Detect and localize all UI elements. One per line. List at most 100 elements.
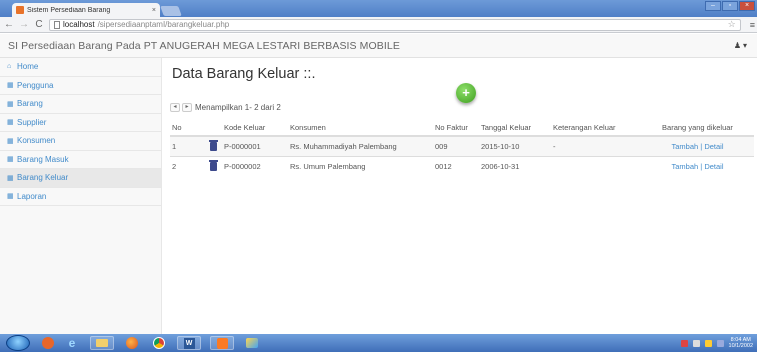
firefox-icon[interactable] bbox=[123, 336, 141, 350]
maximize-button[interactable]: ▫ bbox=[722, 1, 738, 11]
sidebar-item-label: Pengguna bbox=[17, 80, 54, 90]
link-separator: | bbox=[700, 161, 703, 171]
cell-konsumen: Rs. Umum Palembang bbox=[288, 155, 433, 176]
sidebar-item-laporan[interactable]: ▦ Laporan bbox=[0, 188, 161, 206]
back-icon[interactable]: ← bbox=[4, 19, 14, 30]
cell-faktur: 0012 bbox=[433, 155, 479, 176]
grid-icon: ▦ bbox=[7, 137, 14, 145]
column-header-barang: Barang yang dikeluar bbox=[641, 120, 754, 137]
pagination: ◂ ▸ Menampilkan 1- 2 dari 2 bbox=[170, 103, 281, 112]
browser-menu-icon[interactable]: ≡ bbox=[750, 20, 755, 30]
media-player-icon[interactable] bbox=[42, 337, 54, 349]
url-path: /sipersediaanptamI/barangkeluar.php bbox=[97, 20, 230, 29]
file-explorer-icon[interactable] bbox=[90, 336, 114, 350]
sidebar-item-label: Home bbox=[17, 62, 39, 72]
browser-tab[interactable]: Sistem Persediaan Barang × bbox=[12, 3, 160, 17]
bookmark-star-icon[interactable]: ☆ bbox=[728, 19, 736, 30]
link-separator: | bbox=[700, 141, 703, 151]
sidebar-item-supplier[interactable]: ▦ Supplier bbox=[0, 114, 161, 132]
url-host: localhost bbox=[63, 20, 95, 29]
volume-icon[interactable] bbox=[692, 339, 700, 347]
sidebar-item-label: Barang bbox=[17, 99, 43, 109]
home-icon: ⌂ bbox=[7, 63, 12, 71]
sidebar-item-label: Supplier bbox=[17, 117, 47, 127]
browser-toolbar: ← → C localhost/sipersediaanptamI/barang… bbox=[0, 17, 757, 33]
flag-icon[interactable] bbox=[704, 339, 712, 347]
user-icon: ♟ bbox=[733, 41, 741, 50]
forward-icon[interactable]: → bbox=[19, 19, 29, 30]
page-icon bbox=[54, 20, 60, 29]
grid-icon: ▦ bbox=[7, 156, 14, 164]
browser-titlebar: Sistem Persediaan Barang × – ▫ × bbox=[0, 0, 757, 17]
minimize-button[interactable]: – bbox=[705, 1, 721, 11]
paint-icon[interactable] bbox=[243, 336, 261, 350]
column-header-no: No bbox=[170, 120, 204, 137]
battery-icon[interactable] bbox=[716, 339, 724, 347]
sidebar-item-barang-masuk[interactable]: ▦ Barang Masuk bbox=[0, 151, 161, 169]
app-brand[interactable]: SI Persediaan Barang Pada PT ANUGERAH ME… bbox=[8, 40, 400, 52]
sidebar-item-pengguna[interactable]: ▦ Pengguna bbox=[0, 77, 161, 95]
detail-link[interactable]: Detail bbox=[704, 162, 723, 171]
system-tray: 8:04 AM 10/1/2002 bbox=[680, 337, 753, 349]
start-button[interactable] bbox=[6, 335, 30, 351]
tab-title: Sistem Persediaan Barang bbox=[27, 6, 111, 14]
xampp-icon[interactable] bbox=[210, 336, 234, 350]
prev-page-button[interactable]: ◂ bbox=[170, 103, 180, 112]
clock[interactable]: 8:04 AM 10/1/2002 bbox=[729, 337, 753, 349]
grid-icon: ▦ bbox=[7, 193, 14, 201]
app-navbar: SI Persediaan Barang Pada PT ANUGERAH ME… bbox=[0, 34, 757, 58]
add-button[interactable]: + bbox=[456, 83, 476, 103]
internet-explorer-icon[interactable]: e bbox=[63, 336, 81, 350]
cell-actions: Tambah | Detail bbox=[641, 155, 754, 176]
address-bar[interactable]: localhost/sipersediaanptamI/barangkeluar… bbox=[49, 18, 741, 31]
sidebar-item-label: Barang Masuk bbox=[17, 154, 69, 164]
sidebar-item-home[interactable]: ⌂ Home bbox=[0, 58, 161, 77]
column-header-action bbox=[204, 120, 222, 137]
next-page-button[interactable]: ▸ bbox=[182, 103, 192, 112]
taskbar: e W 8:04 AM 10/1/2002 bbox=[0, 334, 757, 352]
column-header-keterangan: Keterangan Keluar bbox=[551, 120, 641, 137]
cell-faktur: 009 bbox=[433, 135, 479, 156]
network-icon[interactable] bbox=[680, 339, 688, 347]
page-title: Data Barang Keluar ::. bbox=[172, 66, 316, 82]
user-menu[interactable]: ♟ ▾ bbox=[734, 41, 747, 50]
chrome-icon[interactable] bbox=[150, 336, 168, 350]
table-row: 1 P-0000001 Rs. Muhammadiyah Palembang 0… bbox=[170, 135, 754, 156]
cell-tanggal: 2006-10-31 bbox=[479, 155, 551, 176]
new-tab-button[interactable] bbox=[160, 6, 182, 16]
cell-keterangan: - bbox=[551, 135, 641, 156]
close-window-button[interactable]: × bbox=[739, 1, 755, 11]
sidebar-item-label: Barang Keluar bbox=[17, 173, 69, 183]
cell-keterangan bbox=[551, 155, 641, 176]
favicon-icon bbox=[16, 6, 24, 14]
sidebar-item-label: Laporan bbox=[17, 191, 47, 201]
detail-link[interactable]: Detail bbox=[704, 142, 723, 151]
delete-cell bbox=[204, 135, 222, 156]
word-icon[interactable]: W bbox=[177, 336, 201, 350]
trash-icon[interactable] bbox=[208, 140, 218, 151]
chevron-down-icon: ▾ bbox=[742, 41, 747, 50]
delete-cell bbox=[204, 155, 222, 176]
sidebar-item-konsumen[interactable]: ▦ Konsumen bbox=[0, 132, 161, 151]
cell-kode: P-0000001 bbox=[222, 135, 288, 156]
sidebar-item-barang[interactable]: ▦ Barang bbox=[0, 95, 161, 114]
cell-konsumen: Rs. Muhammadiyah Palembang bbox=[288, 135, 433, 156]
tambah-link[interactable]: Tambah bbox=[671, 142, 698, 151]
grid-icon: ▦ bbox=[7, 82, 14, 90]
cell-actions: Tambah | Detail bbox=[641, 135, 754, 156]
tambah-link[interactable]: Tambah bbox=[671, 162, 698, 171]
cell-no: 1 bbox=[170, 135, 204, 156]
sidebar-item-barang-keluar[interactable]: ▦ Barang Keluar bbox=[0, 169, 161, 188]
cell-no: 2 bbox=[170, 155, 204, 176]
tab-close-icon[interactable]: × bbox=[152, 7, 160, 14]
clock-date: 10/1/2002 bbox=[728, 343, 753, 349]
column-header-faktur: No Faktur bbox=[433, 120, 479, 137]
column-header-kode: Kode Keluar bbox=[222, 120, 288, 137]
reload-icon[interactable]: C bbox=[34, 19, 44, 30]
cell-kode: P-0000002 bbox=[222, 155, 288, 176]
grid-icon: ▦ bbox=[7, 174, 14, 182]
trash-icon[interactable] bbox=[208, 160, 218, 171]
sidebar: ⌂ Home ▦ Pengguna ▦ Barang ▦ Supplier ▦ … bbox=[0, 58, 162, 334]
grid-icon: ▦ bbox=[7, 100, 14, 108]
cell-tanggal: 2015-10-10 bbox=[479, 135, 551, 156]
